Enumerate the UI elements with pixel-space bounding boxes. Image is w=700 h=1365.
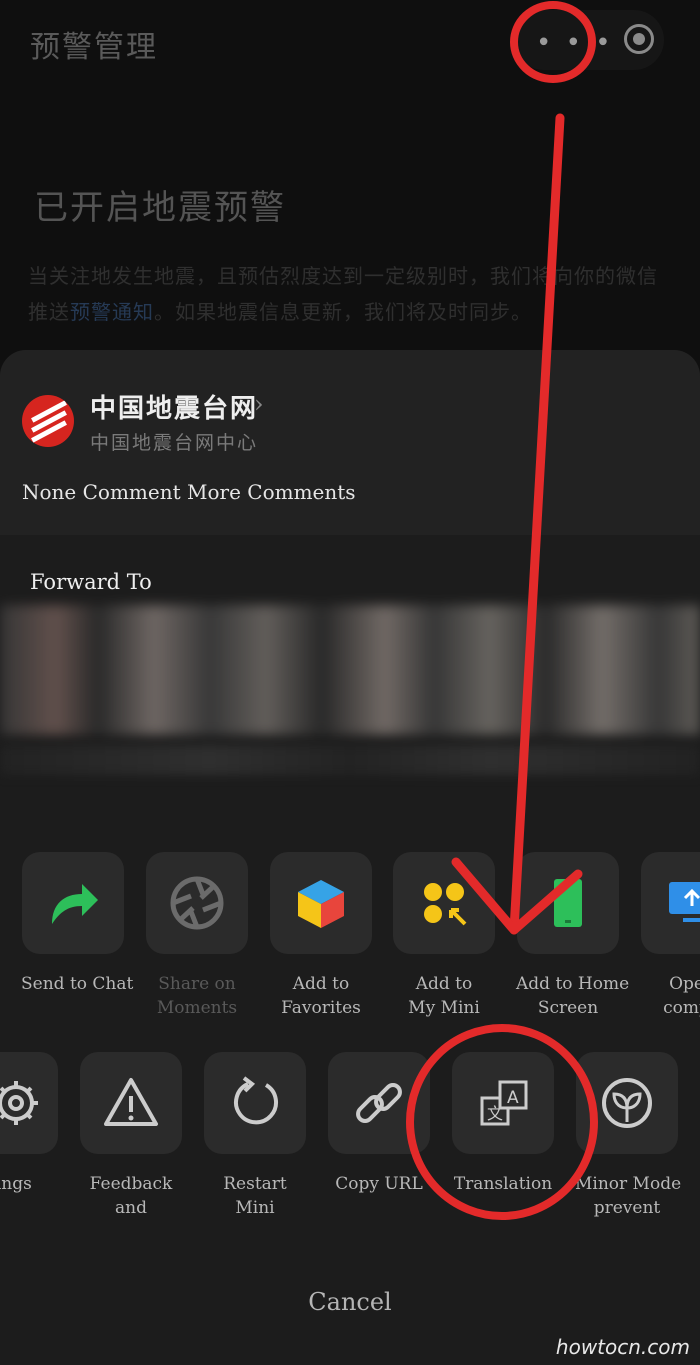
feedback-button[interactable]: Feedback and: [79, 1052, 183, 1220]
svg-text:文: 文: [487, 1104, 503, 1123]
share-on-moments-button[interactable]: Share on Moments: [145, 852, 249, 1020]
sprout-icon: [602, 1078, 652, 1128]
forward-names-blurred: [0, 745, 700, 775]
cube-icon: [298, 880, 344, 928]
add-to-home-screen-button[interactable]: Add to Home Screen: [516, 852, 629, 1020]
sheet-header: 中国地震台网 › 中国地震台网中心 None Comment More Comm…: [0, 350, 700, 535]
mini-dots-icon: [424, 883, 467, 926]
monitor-icon: [669, 882, 700, 922]
app-logo: [22, 395, 74, 447]
chevron-right-icon[interactable]: ›: [254, 390, 264, 418]
background-page: 预警管理 • • • 已开启地震预警 当关注地发生地震，且预估烈度达到一定级别时…: [0, 0, 700, 360]
restart-mini-button[interactable]: Restart Mini: [203, 1052, 307, 1220]
page-title: 预警管理: [30, 30, 158, 65]
svg-text:A: A: [507, 1088, 519, 1108]
app-subtitle: 中国地震台网中心: [90, 432, 259, 454]
phone-icon: [554, 879, 582, 927]
share-arrow-icon: [52, 884, 98, 924]
notice-link[interactable]: 预警通知: [70, 300, 154, 324]
tool-actions-row: ttings Feedbackand RestartMini: [0, 1052, 700, 1252]
alert-description: 当关注地发生地震，且预估烈度达到一定级别时，我们将向你的微信推送预警通知。如果地…: [28, 264, 658, 324]
action-sheet: 中国地震台网 › 中国地震台网中心 None Comment More Comm…: [0, 350, 700, 1365]
open-on-computer-button[interactable]: Opencompu: [640, 852, 700, 1020]
aperture-icon: [170, 876, 224, 930]
translate-icon: A 文: [480, 1080, 528, 1126]
forward-label: Forward To: [30, 570, 152, 594]
minor-mode-button[interactable]: Minor Mode prevent: [575, 1052, 681, 1220]
comment-note[interactable]: None Comment More Comments: [22, 480, 356, 504]
cancel-button[interactable]: Cancel: [0, 1288, 700, 1316]
target-circle-icon[interactable]: [624, 24, 654, 54]
warning-icon: [104, 1078, 158, 1126]
forward-contacts-blurred[interactable]: [0, 605, 700, 735]
add-to-favorites-button[interactable]: Add to Favorites: [269, 852, 373, 1020]
send-to-chat-button[interactable]: Send to Chat: [21, 852, 133, 996]
copy-url-button[interactable]: Copy URL: [327, 1052, 431, 1196]
settings-button[interactable]: ttings: [0, 1052, 59, 1196]
app-name[interactable]: 中国地震台网: [90, 388, 258, 425]
translation-button[interactable]: A 文 Translation: [451, 1052, 555, 1196]
restart-icon: [234, 1076, 278, 1125]
share-actions-row: Send to Chat Share on Moments Add to Favor…: [0, 852, 700, 1052]
watermark: howtocn.com: [555, 1335, 690, 1359]
gear-icon: [0, 1081, 38, 1125]
alert-heading: 已开启地震预警: [34, 188, 286, 228]
link-icon: [356, 1083, 402, 1123]
add-to-my-mini-button[interactable]: Add to My Mini: [392, 852, 496, 1020]
more-dots-icon[interactable]: • • •: [536, 28, 614, 58]
